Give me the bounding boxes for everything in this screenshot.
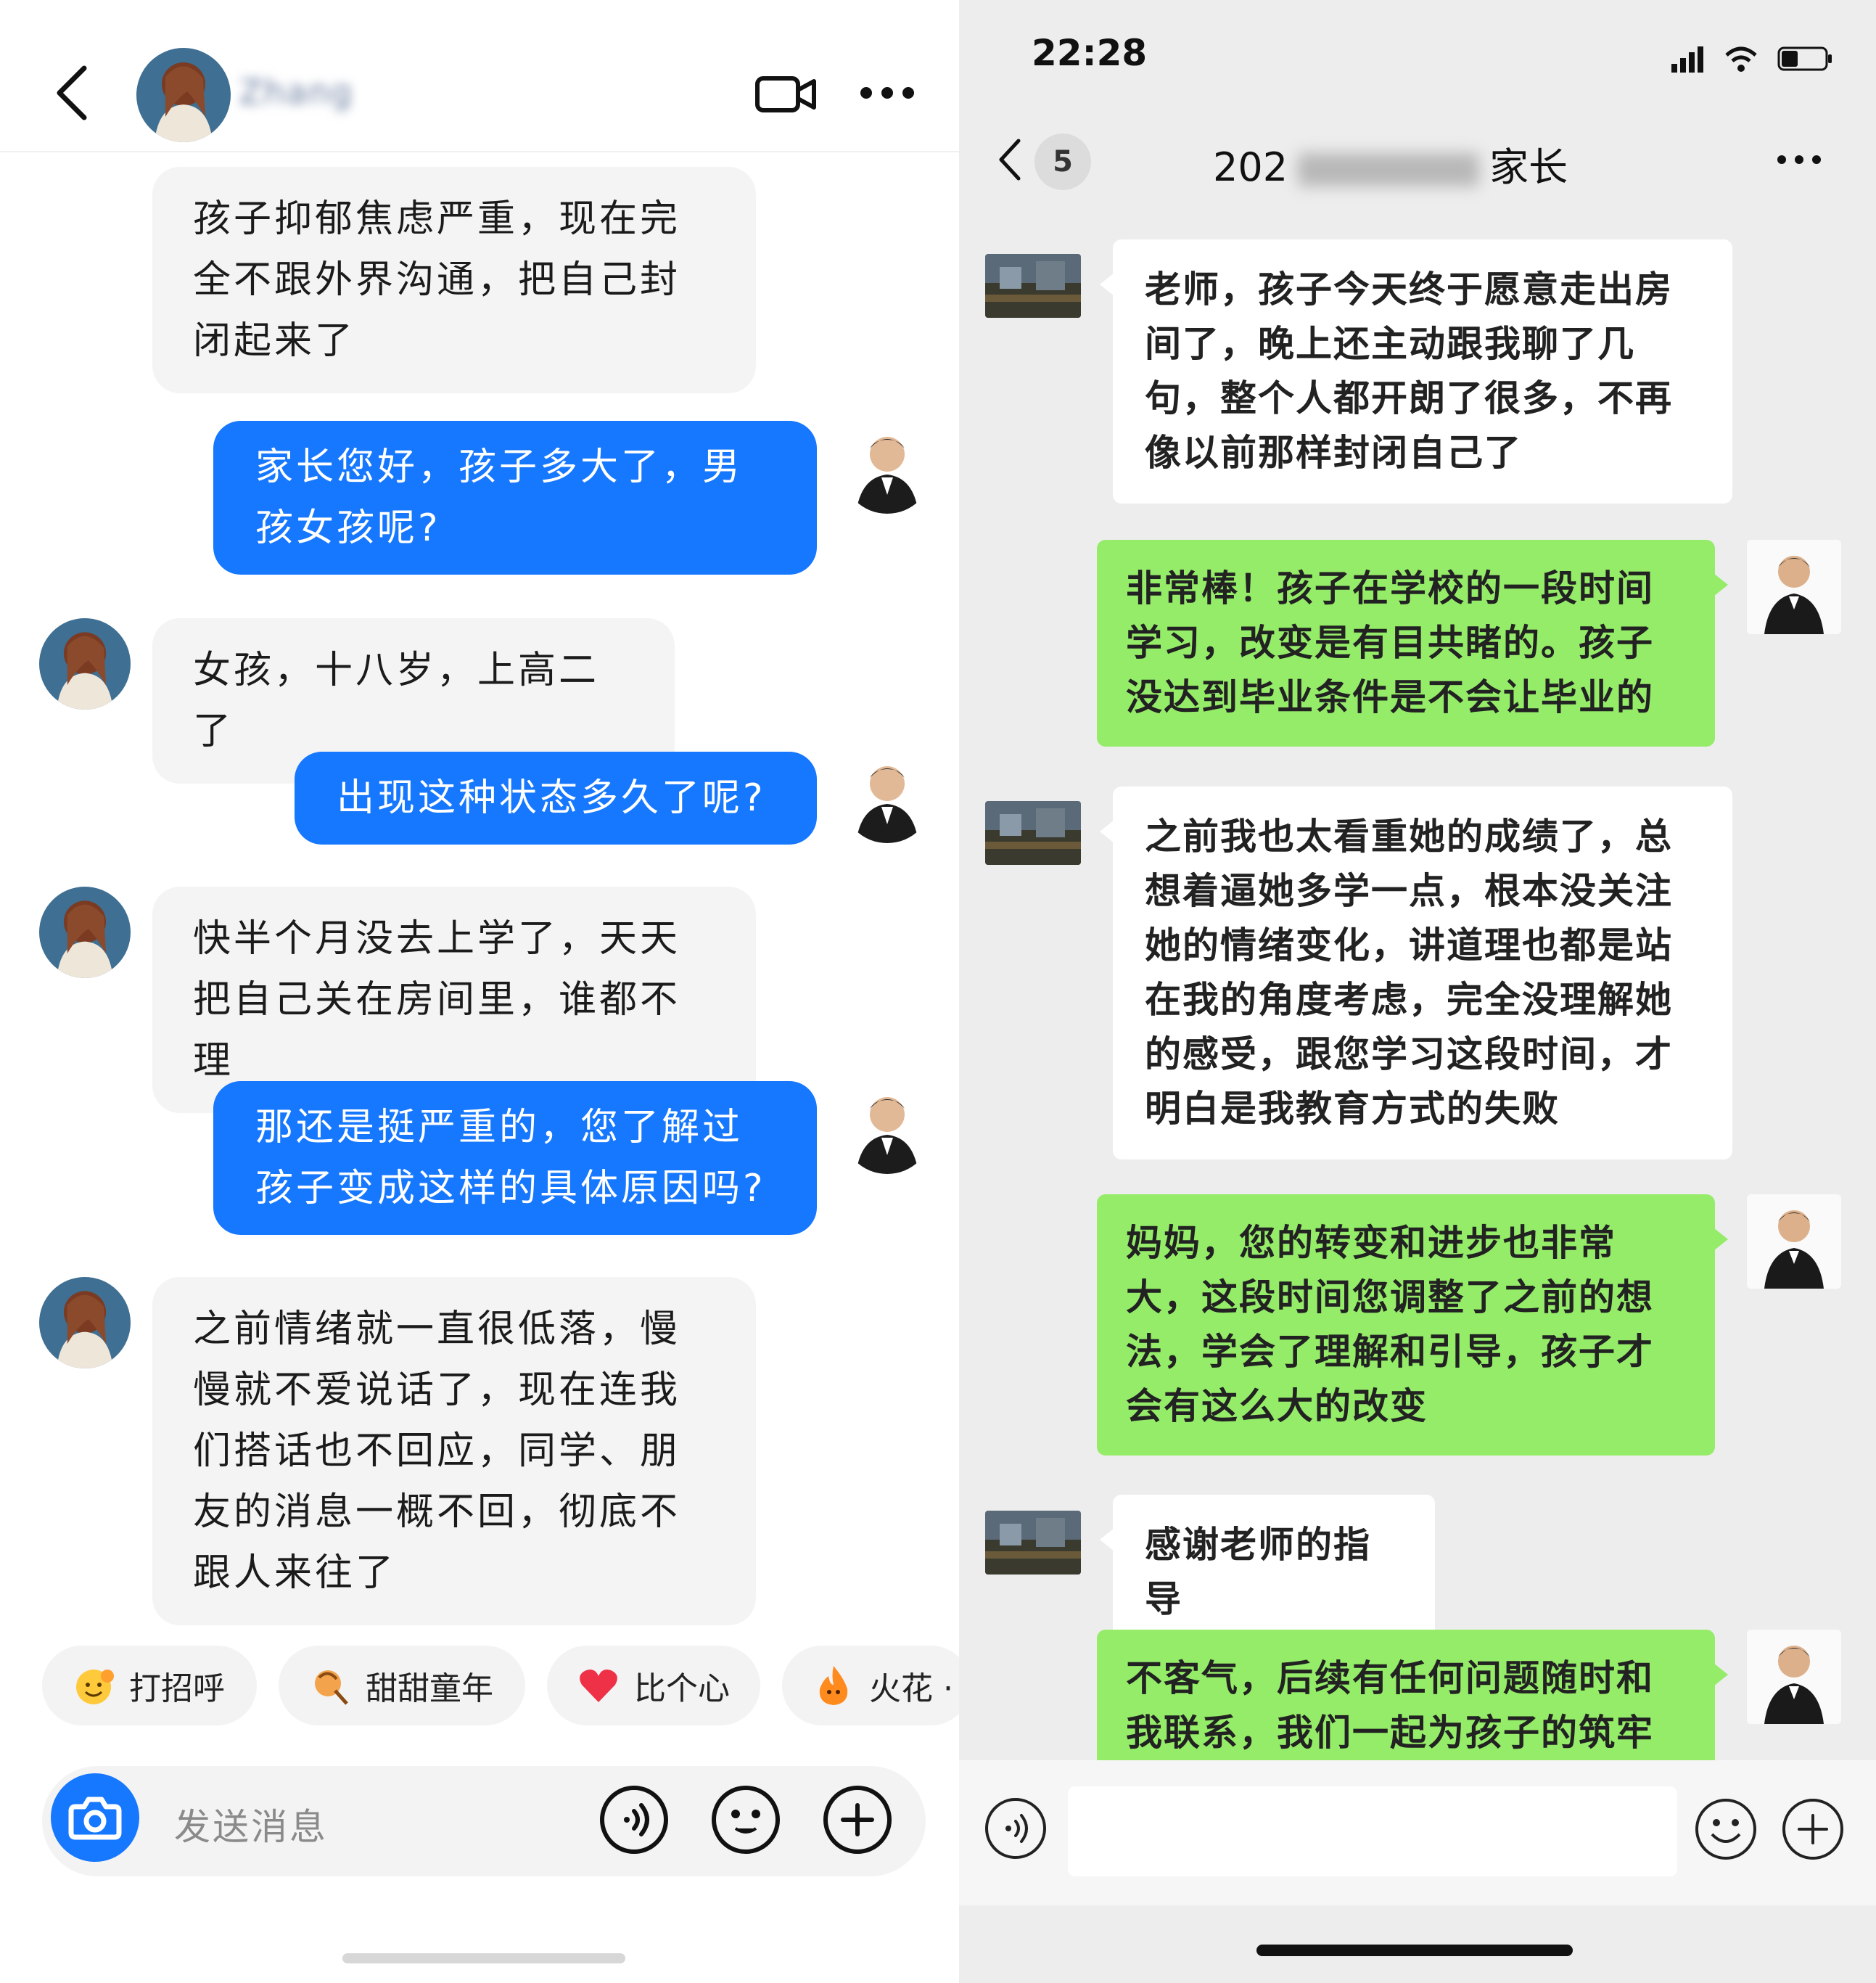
- teacher-avatar[interactable]: [842, 1083, 933, 1174]
- contact-name: Zhang: [239, 73, 354, 112]
- battery-icon: [1777, 46, 1832, 71]
- plus-icon[interactable]: [1780, 1797, 1846, 1862]
- status-icons: [1671, 46, 1832, 73]
- plus-icon[interactable]: [821, 1783, 894, 1856]
- quick-reply-chip[interactable]: 甜甜童年: [279, 1646, 525, 1725]
- teacher-avatar[interactable]: [1747, 1630, 1841, 1724]
- quick-reply-chip[interactable]: 打招呼: [42, 1646, 257, 1725]
- message-bubble-incoming[interactable]: 感谢老师的指导: [1100, 1495, 1435, 1650]
- message-bubble-incoming[interactable]: 老师，孩子今天终于愿意走出房间了，晚上还主动跟我聊了几句，整个人都开朗了很多，不…: [1100, 239, 1732, 504]
- message-text: 感谢老师的指导: [1145, 1524, 1371, 1620]
- quick-reply-chip[interactable]: 火花 ·: [782, 1646, 959, 1725]
- contact-avatar[interactable]: [39, 618, 131, 710]
- message-text: 妈妈，您的转变和进步也非常大，这段时间您调整了之前的想法，学会了理解和引导，孩子…: [1126, 1222, 1654, 1427]
- message-bubble-outgoing[interactable]: 非常棒！孩子在学校的一段时间学习，改变是有目共睹的。孩子没达到毕业条件是不会让毕…: [1097, 540, 1728, 747]
- back-arrow-icon[interactable]: [997, 138, 1021, 181]
- quick-reply-chip[interactable]: 比个心: [547, 1646, 760, 1725]
- signal-icon: [1671, 46, 1703, 73]
- quick-reply-label: 火花 ·: [869, 1670, 953, 1707]
- voice-icon[interactable]: [598, 1783, 670, 1856]
- wave-emoji-icon: [76, 1670, 114, 1704]
- more-options-icon[interactable]: [1776, 154, 1822, 165]
- quick-reply-label: 甜甜童年: [366, 1670, 493, 1707]
- chat-title: 202 家长: [1213, 135, 1619, 192]
- wifi-icon: [1725, 46, 1757, 72]
- message-text: 家长您好，孩子多大了，男孩女孩呢?: [255, 446, 744, 550]
- camera-button[interactable]: [51, 1773, 139, 1862]
- chat-title-prefix: 202: [1213, 144, 1288, 190]
- voice-icon[interactable]: [984, 1797, 1048, 1860]
- message-text: 孩子抑郁焦虑严重，现在完全不跟外界沟通，把自己封闭起来了: [193, 197, 681, 363]
- teacher-avatar[interactable]: [1747, 1194, 1841, 1289]
- contact-avatar[interactable]: [39, 1277, 131, 1368]
- more-options-icon[interactable]: [859, 84, 916, 102]
- message-bubble-outgoing[interactable]: 妈妈，您的转变和进步也非常大，这段时间您调整了之前的想法，学会了理解和引导，孩子…: [1097, 1194, 1728, 1456]
- message-text: 快半个月没去上学了，天天把自己关在房间里，谁都不理: [193, 917, 681, 1083]
- lollipop-emoji-icon: [315, 1670, 348, 1705]
- home-indicator: [1256, 1945, 1573, 1956]
- parent-avatar[interactable]: [985, 254, 1081, 318]
- right-chat-screen: 22:28 5 202 家长 老师，孩子今天终于愿意走出房间了，晚上还主动跟我聊了…: [959, 0, 1876, 1983]
- camera-icon: [68, 1797, 122, 1840]
- quick-reply-label: 比个心: [634, 1670, 730, 1707]
- heart-emoji-icon: [580, 1670, 617, 1702]
- flame-emoji-icon: [819, 1666, 848, 1705]
- message-bubble-incoming[interactable]: 之前我也太看重她的成绩了，总想着逼她多学一点，根本没关注她的情绪变化，讲道理也都…: [1100, 787, 1732, 1159]
- message-text: 非常棒！孩子在学校的一段时间学习，改变是有目共睹的。孩子没达到毕业条件是不会让毕…: [1126, 567, 1654, 718]
- message-text: 之前我也太看重她的成绩了，总想着逼她多学一点，根本没关注她的情绪变化，讲道理也都…: [1145, 816, 1673, 1130]
- back-arrow-icon[interactable]: [52, 64, 90, 122]
- parent-avatar[interactable]: [985, 801, 1081, 865]
- message-text: 那还是挺严重的，您了解过孩子变成这样的具体原因吗?: [255, 1106, 766, 1210]
- emoji-icon[interactable]: [709, 1783, 782, 1856]
- unread-count-badge[interactable]: 5: [1034, 134, 1091, 190]
- status-time: 22:28: [1032, 32, 1148, 74]
- message-text: 出现这种状态多久了呢?: [337, 776, 766, 820]
- chat-header: Zhang: [0, 0, 959, 152]
- message-bubble-outgoing[interactable]: 出现这种状态多久了呢?: [295, 752, 817, 845]
- message-bubble-incoming[interactable]: 快半个月没去上学了，天天把自己关在房间里，谁都不理: [152, 887, 756, 1113]
- home-indicator: [342, 1953, 625, 1963]
- message-text: 女孩，十八岁，上高二了: [193, 649, 600, 753]
- left-chat-screen: Zhang 孩子抑郁焦虑严重，现在完全不跟外界沟通，把自己封闭起来了 家长您好，…: [0, 0, 959, 1983]
- emoji-icon[interactable]: [1693, 1797, 1758, 1862]
- quick-reply-label: 打招呼: [129, 1670, 225, 1707]
- teacher-avatar[interactable]: [842, 752, 933, 843]
- message-bubble-outgoing[interactable]: 那还是挺严重的，您了解过孩子变成这样的具体原因吗?: [213, 1081, 817, 1235]
- message-bubble-outgoing[interactable]: 家长您好，孩子多大了，男孩女孩呢?: [213, 421, 817, 575]
- contact-avatar[interactable]: [39, 887, 131, 978]
- chat-title-suffix: 家长: [1489, 144, 1568, 190]
- video-call-icon[interactable]: [754, 73, 817, 116]
- teacher-avatar[interactable]: [1747, 540, 1841, 634]
- redacted-name: [1298, 153, 1480, 187]
- message-input[interactable]: [1068, 1786, 1677, 1876]
- teacher-avatar[interactable]: [842, 422, 933, 514]
- message-text: 老师，孩子今天终于愿意走出房间了，晚上还主动跟我聊了几句，整个人都开朗了很多，不…: [1145, 268, 1673, 474]
- message-bubble-incoming[interactable]: 孩子抑郁焦虑严重，现在完全不跟外界沟通，把自己封闭起来了: [152, 167, 756, 393]
- parent-avatar[interactable]: [985, 1511, 1081, 1575]
- message-text: 之前情绪就一直很低落，慢慢就不爱说话了，现在连我们搭话也不回应，同学、朋友的消息…: [193, 1307, 681, 1595]
- message-input[interactable]: 发送消息: [174, 1798, 328, 1850]
- message-bubble-incoming[interactable]: 之前情绪就一直很低落，慢慢就不爱说话了，现在连我们搭话也不回应，同学、朋友的消息…: [152, 1277, 756, 1625]
- contact-avatar[interactable]: [136, 48, 231, 142]
